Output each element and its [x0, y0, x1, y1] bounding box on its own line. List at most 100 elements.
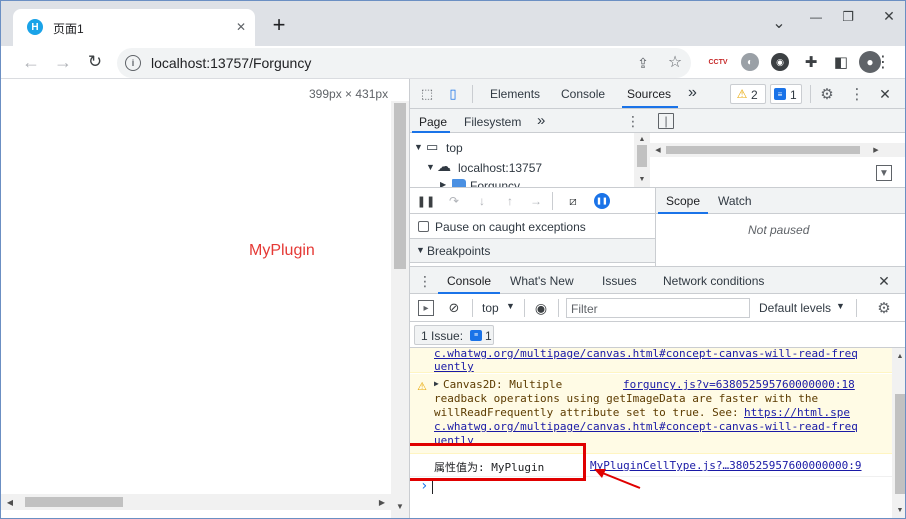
- browser-tab[interactable]: H 页面1 ✕: [13, 9, 255, 46]
- close-devtools-icon[interactable]: ✕: [876, 85, 894, 103]
- warning-source-link[interactable]: forguncy.js?v=638052595760000000:18: [623, 378, 855, 391]
- cctv-extension-icon[interactable]: CCTV: [705, 55, 731, 69]
- drawer-tab-network-conditions[interactable]: Network conditions: [663, 274, 764, 288]
- navigator-menu-icon[interactable]: ⋮: [626, 112, 640, 130]
- scrollbar-thumb[interactable]: [394, 103, 406, 269]
- devtools-panel: ⬚ ▯ Elements Console Sources » ⚠ 2 ≡ 1 ⚙…: [409, 79, 905, 518]
- scope-watch-tabs: Scope Watch: [656, 188, 905, 214]
- url-text: localhost:13757/Forguncy: [151, 55, 312, 71]
- page-vertical-scrollbar[interactable]: ▼: [391, 101, 409, 518]
- warning-prev-link-tail[interactable]: uently: [434, 360, 474, 373]
- tree-expand-folder[interactable]: ▶: [440, 180, 446, 187]
- scroll-left-arrow[interactable]: ◀: [5, 497, 15, 507]
- console-input-caret[interactable]: [432, 481, 433, 494]
- tab-sources[interactable]: Sources: [627, 87, 671, 101]
- tree-expand-host[interactable]: ▼: [426, 162, 435, 172]
- context-selector[interactable]: top: [482, 301, 499, 315]
- pause-exceptions-checkbox[interactable]: [418, 221, 429, 232]
- filter-placeholder: Filter: [571, 302, 598, 316]
- menu-kebab-icon[interactable]: ⋮: [873, 52, 893, 72]
- side-panel-icon[interactable]: ◧: [831, 52, 851, 72]
- tree-item-top[interactable]: top: [446, 141, 463, 155]
- levels-dropdown-icon[interactable]: ▼: [836, 301, 845, 311]
- breakpoints-label: Breakpoints: [427, 244, 491, 258]
- tree-item-folder[interactable]: Forguncy: [470, 179, 520, 187]
- tab-scope[interactable]: Scope: [666, 194, 700, 208]
- inspect-element-icon[interactable]: ⬚: [418, 85, 436, 103]
- navigator-scrollbar[interactable]: ▲ ▼: [634, 133, 650, 187]
- tab-page[interactable]: Page: [419, 115, 447, 129]
- drawer-tab-console[interactable]: Console: [447, 274, 491, 288]
- devtools-menu-icon[interactable]: ⋮: [848, 85, 866, 103]
- active-tab-indicator: [622, 106, 678, 108]
- frame-icon: ▭: [426, 139, 439, 154]
- close-tab-icon[interactable]: ✕: [233, 19, 249, 35]
- tab-watch[interactable]: Watch: [718, 194, 752, 208]
- settings-gear-icon[interactable]: ⚙: [818, 85, 836, 103]
- messages-counter[interactable]: ≡ 1: [770, 84, 802, 104]
- pause-on-exceptions-icon[interactable]: ❚❚: [594, 193, 610, 209]
- extensions-puzzle-icon[interactable]: ✚: [801, 52, 821, 72]
- drawer-menu-icon[interactable]: ⋮: [418, 273, 432, 289]
- site-info-icon[interactable]: i: [125, 55, 141, 71]
- back-button[interactable]: ←: [19, 50, 43, 74]
- device-toolbar-icon[interactable]: ▯: [444, 85, 462, 103]
- close-window-button[interactable]: ✕: [871, 5, 905, 27]
- breakpoints-header[interactable]: ▼ Breakpoints: [410, 239, 655, 263]
- toggle-navigator-icon[interactable]: |: [658, 113, 674, 129]
- pause-exceptions-row[interactable]: Pause on caught exceptions: [410, 215, 655, 239]
- console-settings-icon[interactable]: ⚙: [876, 300, 892, 317]
- messages-count: 1: [790, 88, 797, 102]
- forward-button[interactable]: →: [51, 50, 75, 74]
- issues-button[interactable]: 1 Issue: ≡ 1: [414, 325, 494, 345]
- tab-console[interactable]: Console: [561, 87, 605, 101]
- tree-expand-top[interactable]: ▼: [414, 142, 423, 152]
- bookmark-star-icon[interactable]: ☆: [665, 52, 685, 72]
- tab-search-icon[interactable]: ⌄: [769, 13, 789, 33]
- pause-icon[interactable]: ❚❚: [417, 193, 435, 209]
- console-scrollbar[interactable]: ▲ ▼: [892, 348, 905, 518]
- browser-window: H 页面1 ✕ + ⌄ — ❐ ✕ ← → ↻ i localhost:1375…: [0, 0, 906, 519]
- drawer-tab-whats-new[interactable]: What's New: [510, 274, 574, 288]
- tab-filesystem[interactable]: Filesystem: [464, 115, 521, 129]
- reload-button[interactable]: ↻: [83, 50, 107, 74]
- new-tab-button[interactable]: +: [267, 12, 291, 37]
- tab-elements[interactable]: Elements: [490, 87, 540, 101]
- step-over-icon[interactable]: ↷: [446, 193, 462, 209]
- close-drawer-icon[interactable]: ✕: [876, 273, 892, 289]
- log-levels-dropdown[interactable]: Default levels: [759, 301, 831, 315]
- step-into-icon[interactable]: ↓: [474, 193, 490, 209]
- editor-h-scrollbar[interactable]: ◀ ▶: [650, 143, 905, 157]
- tree-item-host[interactable]: localhost:13757: [458, 161, 542, 175]
- warning-doc-link-cont[interactable]: c.whatwg.org/multipage/canvas.html#conce…: [434, 420, 858, 433]
- warning-doc-link[interactable]: https://html.spe: [744, 406, 850, 419]
- navigator-more-icon[interactable]: »: [537, 112, 545, 129]
- toggle-debugger-icon[interactable]: ▼: [876, 165, 892, 181]
- console-filter-input[interactable]: Filter: [566, 298, 750, 318]
- warning-expand-icon[interactable]: ▶: [434, 379, 439, 388]
- warnings-counter[interactable]: ⚠ 2: [730, 84, 766, 104]
- warning-prev-link[interactable]: c.whatwg.org/multipage/canvas.html#conce…: [434, 348, 858, 360]
- page-horizontal-scrollbar[interactable]: ◀ ▶: [1, 494, 391, 510]
- navigator-tabs: Page Filesystem » ⋮: [410, 109, 650, 133]
- deactivate-breakpoints-icon[interactable]: ⧄: [564, 193, 582, 209]
- warning-icon: ⚠: [736, 87, 748, 101]
- minimize-button[interactable]: —: [801, 7, 831, 27]
- live-expression-eye-icon[interactable]: ◉: [532, 300, 550, 316]
- scroll-down-arrow[interactable]: ▼: [395, 501, 405, 511]
- h-scrollbar-thumb[interactable]: [25, 497, 123, 507]
- drawer-tab-issues[interactable]: Issues: [602, 274, 637, 288]
- more-tabs-icon[interactable]: »: [688, 84, 697, 102]
- clear-console-icon[interactable]: ⊘: [446, 300, 462, 316]
- extension-dark-icon[interactable]: ◉: [771, 53, 789, 71]
- step-out-icon[interactable]: ↑: [502, 193, 518, 209]
- console-sidebar-icon[interactable]: ▸: [418, 300, 434, 316]
- restore-button[interactable]: ❐: [833, 7, 863, 27]
- console-prompt: ›: [420, 478, 429, 494]
- address-bar[interactable]: i localhost:13757/Forguncy ⇪ ☆: [117, 48, 691, 78]
- context-dropdown-icon[interactable]: ▼: [506, 301, 515, 311]
- scroll-right-arrow[interactable]: ▶: [377, 497, 387, 507]
- step-icon[interactable]: →: [528, 193, 544, 209]
- extension-globe-icon[interactable]: ◐: [741, 53, 759, 71]
- share-icon[interactable]: ⇪: [633, 53, 653, 73]
